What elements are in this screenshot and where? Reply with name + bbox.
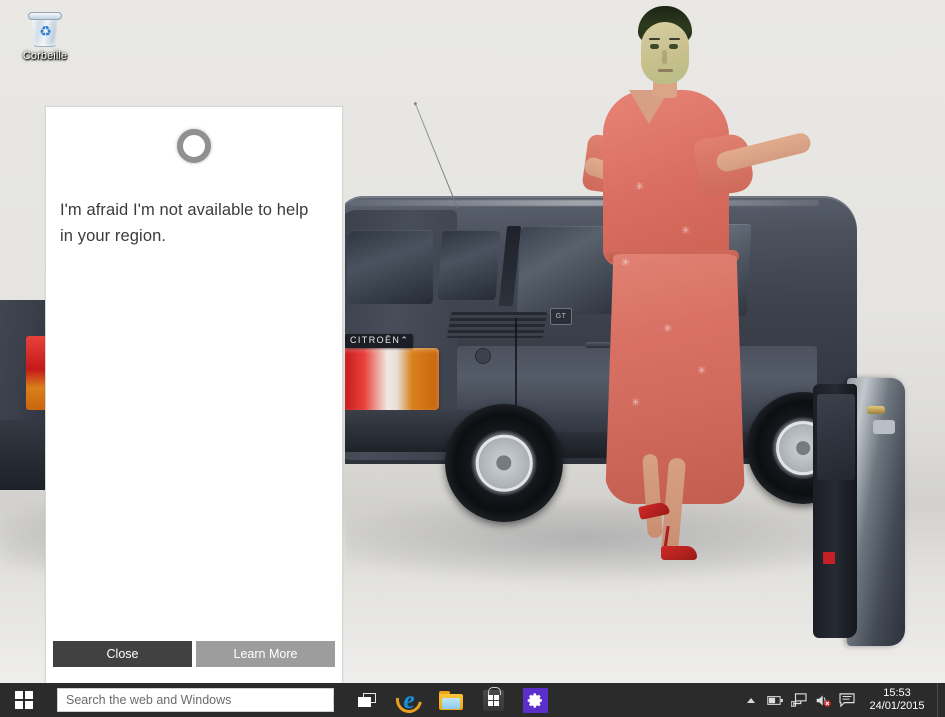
learn-more-button[interactable]: Learn More xyxy=(196,641,335,667)
taskbar-app-buttons: e xyxy=(346,681,556,717)
exterior-door-handle xyxy=(867,406,885,414)
eye-right xyxy=(669,44,678,49)
clock[interactable]: 15:53 24/01/2015 xyxy=(859,683,937,717)
door-inner-panel xyxy=(813,384,857,638)
fuel-cap xyxy=(475,348,491,364)
eyebrow-left xyxy=(649,38,660,40)
battery-button[interactable] xyxy=(763,683,787,717)
eye-left xyxy=(650,44,659,49)
wallpaper-person: ✳ ✳ ✳ ✳ ✳ ✳ xyxy=(577,6,813,582)
desktop-icon-recycle-bin[interactable]: ♻ Corbeille xyxy=(12,8,78,63)
battery-icon xyxy=(766,695,783,705)
cortana-ring-icon xyxy=(177,129,211,163)
cortana-panel-body: I'm afraid I'm not available to help in … xyxy=(46,107,342,641)
nose xyxy=(662,50,667,64)
door-glass xyxy=(817,394,855,480)
store-button[interactable] xyxy=(472,683,514,717)
clock-time: 15:53 xyxy=(883,687,911,699)
chevron-up-icon xyxy=(747,697,755,703)
recycle-symbol-icon: ♻ xyxy=(39,23,52,39)
search-input[interactable] xyxy=(66,693,325,707)
search-box[interactable] xyxy=(57,688,334,712)
pillar-louvres xyxy=(446,312,548,338)
citroen-badge: CITROËN⌃ xyxy=(345,334,413,348)
ie-glyph: e xyxy=(403,686,415,714)
cortana-action-bar: Close Learn More xyxy=(53,641,335,683)
network-button[interactable] xyxy=(787,683,811,717)
dress-star-motif: ✳ xyxy=(631,397,641,409)
open-front-door xyxy=(813,378,905,646)
windows-logo-icon xyxy=(14,691,33,709)
cortana-message: I'm afraid I'm not available to help in … xyxy=(60,201,309,245)
internet-explorer-icon: e xyxy=(390,681,428,717)
rear-wheel-hub xyxy=(475,434,533,492)
door-reflector xyxy=(823,552,835,564)
internet-explorer-button[interactable]: e xyxy=(388,681,430,717)
dress-star-motif: ✳ xyxy=(681,225,691,237)
quarter-window xyxy=(437,230,501,300)
dress-star-motif: ✳ xyxy=(697,365,707,377)
settings-button[interactable] xyxy=(514,683,556,717)
folder-icon xyxy=(439,690,463,710)
task-view-icon xyxy=(357,692,377,708)
dress-star-motif: ✳ xyxy=(663,323,673,335)
car-antenna xyxy=(415,103,458,209)
network-icon xyxy=(791,693,807,707)
volume-button[interactable] xyxy=(811,683,835,717)
recycle-bin-lid xyxy=(28,12,62,20)
action-center-button[interactable] xyxy=(835,683,859,717)
side-mirror xyxy=(873,420,895,434)
citroen-chevron-icon: ⌃ xyxy=(400,335,408,345)
citroen-badge-text: CITROËN xyxy=(350,335,401,345)
dress-star-motif: ✳ xyxy=(635,181,645,193)
face xyxy=(641,22,689,84)
store-bag-icon xyxy=(482,686,504,711)
screen: GT CITROËN⌃ ✳ ✳ ✳ ✳ ✳ ✳ ♻ Corbeille I'm … xyxy=(0,0,945,717)
trim-badge: GT xyxy=(550,308,572,325)
shoe-front xyxy=(661,546,697,560)
show-desktop-button[interactable] xyxy=(937,683,943,717)
action-center-icon xyxy=(839,693,855,707)
recycle-bin-icon: ♻ xyxy=(28,10,62,48)
mouth xyxy=(658,69,673,72)
system-tray: 15:53 24/01/2015 xyxy=(739,683,945,717)
clock-date: 24/01/2015 xyxy=(869,700,925,712)
gear-icon xyxy=(522,687,548,713)
tail-light-cluster xyxy=(345,348,439,410)
eyebrow-right xyxy=(669,38,680,40)
start-button[interactable] xyxy=(0,683,47,717)
taskbar: e xyxy=(0,681,945,717)
file-explorer-button[interactable] xyxy=(430,683,472,717)
speaker-muted-icon xyxy=(816,694,831,707)
dress-star-motif: ✳ xyxy=(621,257,631,269)
cortana-panel[interactable]: I'm afraid I'm not available to help in … xyxy=(45,106,343,683)
desktop-icon-label: Corbeille xyxy=(22,50,68,62)
show-hidden-icons-button[interactable] xyxy=(739,683,763,717)
rear-window xyxy=(347,230,433,304)
wallpaper-tile-main: GT CITROËN⌃ ✳ ✳ ✳ ✳ ✳ ✳ xyxy=(345,0,945,683)
task-view-button[interactable] xyxy=(346,683,388,717)
rear-wheel xyxy=(445,404,563,522)
close-button[interactable]: Close xyxy=(53,641,192,667)
